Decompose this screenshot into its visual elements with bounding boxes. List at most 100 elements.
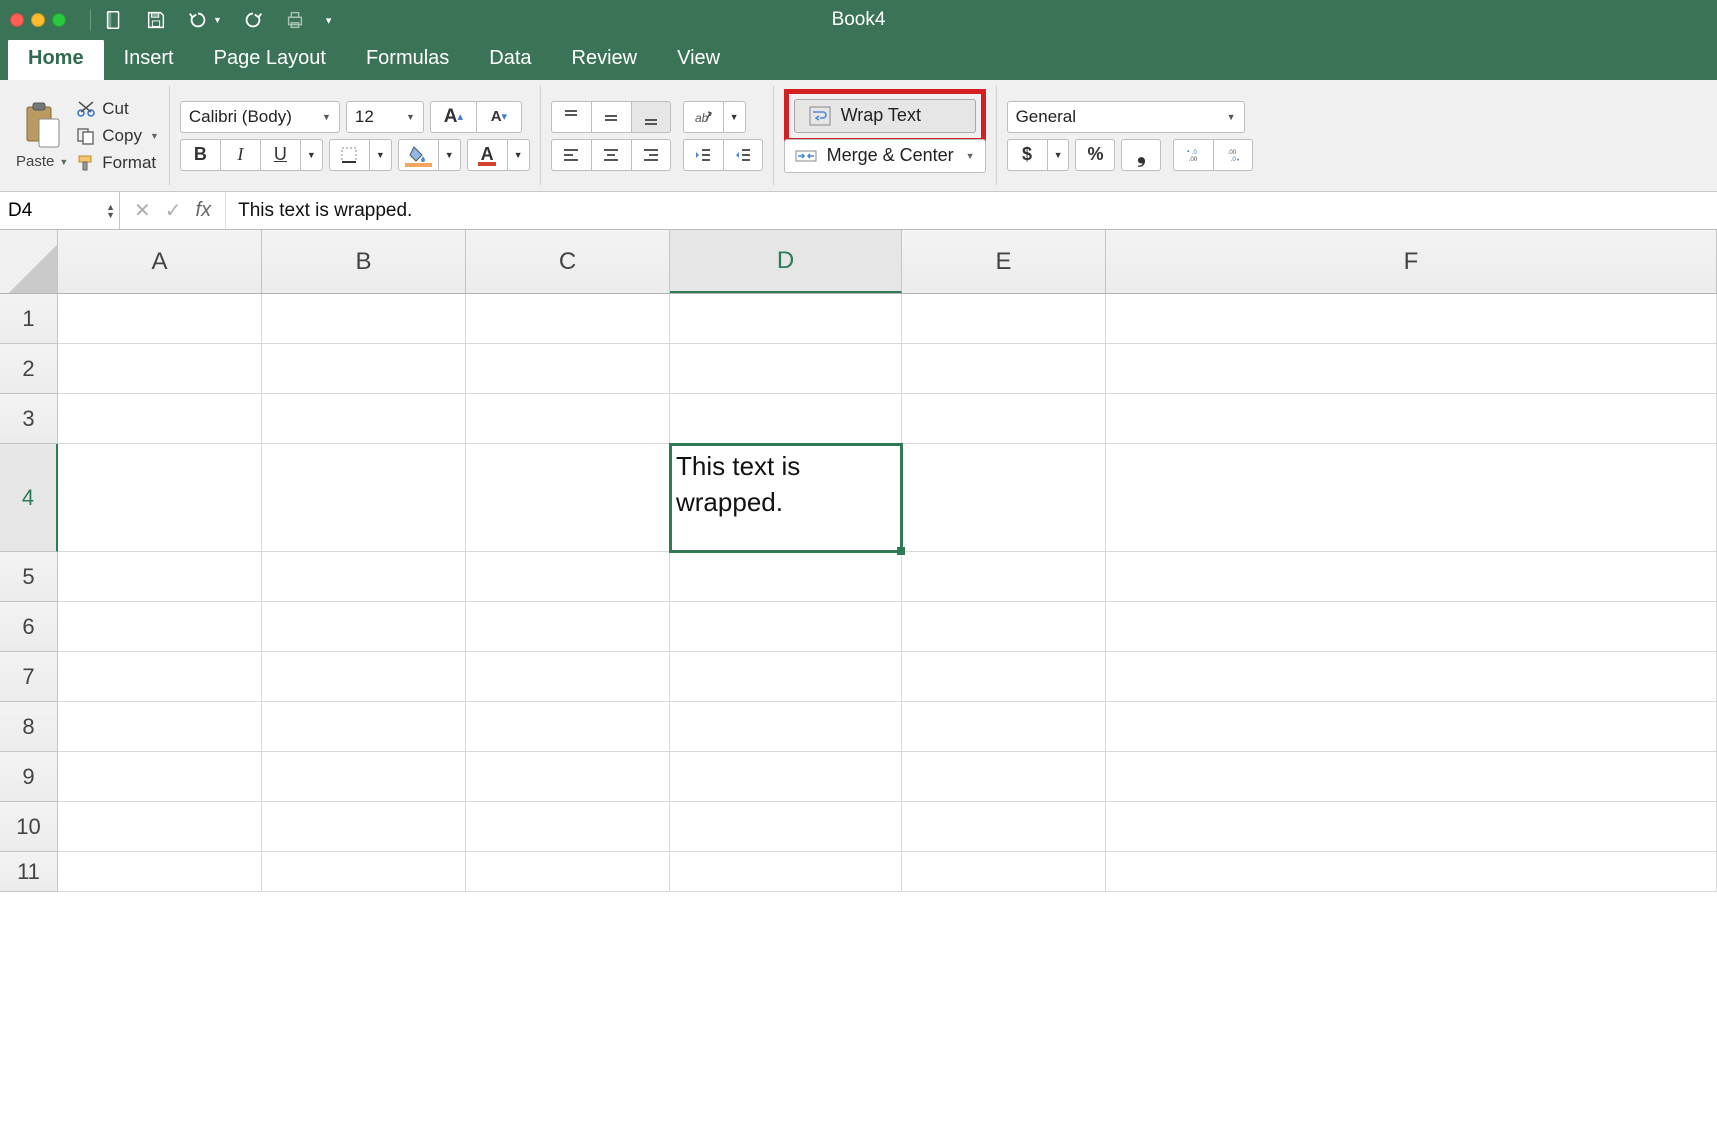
row-header-6[interactable]: 6 — [0, 602, 58, 652]
cell-d9[interactable] — [670, 752, 902, 802]
cell-f1[interactable] — [1106, 294, 1717, 344]
cell-a8[interactable] — [58, 702, 262, 752]
align-left-button[interactable] — [551, 139, 591, 171]
borders-button[interactable] — [329, 139, 369, 171]
cell-c4[interactable] — [466, 444, 670, 552]
name-box[interactable]: D4 ▲▼ — [0, 192, 120, 229]
cell-b11[interactable] — [262, 852, 466, 892]
row-header-7[interactable]: 7 — [0, 652, 58, 702]
minimize-window-icon[interactable] — [31, 13, 45, 27]
cell-e3[interactable] — [902, 394, 1106, 444]
column-header-b[interactable]: B — [262, 230, 466, 293]
row-header-3[interactable]: 3 — [0, 394, 58, 444]
cell-b5[interactable] — [262, 552, 466, 602]
cell-c5[interactable] — [466, 552, 670, 602]
cell-f10[interactable] — [1106, 802, 1717, 852]
cell-d3[interactable] — [670, 394, 902, 444]
cell-c11[interactable] — [466, 852, 670, 892]
cell-c1[interactable] — [466, 294, 670, 344]
cell-a3[interactable] — [58, 394, 262, 444]
cell-a1[interactable] — [58, 294, 262, 344]
font-color-button[interactable]: A — [467, 139, 507, 171]
cell-b2[interactable] — [262, 344, 466, 394]
underline-button[interactable]: U — [260, 139, 300, 171]
cell-c6[interactable] — [466, 602, 670, 652]
formula-input[interactable]: This text is wrapped. — [226, 200, 1717, 222]
currency-button[interactable]: $ — [1007, 139, 1047, 171]
tab-view[interactable]: View — [657, 38, 740, 80]
cell-e6[interactable] — [902, 602, 1106, 652]
cell-d6[interactable] — [670, 602, 902, 652]
cell-e11[interactable] — [902, 852, 1106, 892]
redo-icon[interactable] — [242, 9, 264, 31]
orientation-button[interactable]: ab — [683, 101, 723, 133]
cell-c3[interactable] — [466, 394, 670, 444]
cell-b9[interactable] — [262, 752, 466, 802]
cell-b4[interactable] — [262, 444, 466, 552]
decrease-decimal-button[interactable]: .00.0 — [1213, 139, 1253, 171]
cell-a7[interactable] — [58, 652, 262, 702]
cell-c9[interactable] — [466, 752, 670, 802]
row-header-5[interactable]: 5 — [0, 552, 58, 602]
row-header-1[interactable]: 1 — [0, 294, 58, 344]
cell-e8[interactable] — [902, 702, 1106, 752]
cell-f6[interactable] — [1106, 602, 1717, 652]
cell-e2[interactable] — [902, 344, 1106, 394]
font-color-dropdown[interactable]: ▼ — [507, 139, 530, 171]
fill-color-dropdown[interactable]: ▼ — [438, 139, 461, 171]
cell-f11[interactable] — [1106, 852, 1717, 892]
cancel-formula-icon[interactable]: ✕ — [134, 198, 151, 223]
cell-e5[interactable] — [902, 552, 1106, 602]
cell-b10[interactable] — [262, 802, 466, 852]
cell-b7[interactable] — [262, 652, 466, 702]
tab-formulas[interactable]: Formulas — [346, 38, 469, 80]
wrap-text-button[interactable]: Wrap Text — [794, 99, 976, 133]
tab-review[interactable]: Review — [552, 38, 658, 80]
bold-button[interactable]: B — [180, 139, 220, 171]
cell-f7[interactable] — [1106, 652, 1717, 702]
save-icon[interactable] — [145, 9, 167, 31]
cell-d7[interactable] — [670, 652, 902, 702]
row-header-8[interactable]: 8 — [0, 702, 58, 752]
cell-f8[interactable] — [1106, 702, 1717, 752]
borders-dropdown[interactable]: ▼ — [369, 139, 392, 171]
name-box-spinner[interactable]: ▲▼ — [106, 203, 115, 219]
number-format-combo[interactable]: General▼ — [1007, 101, 1245, 133]
column-header-c[interactable]: C — [466, 230, 670, 293]
merge-center-button[interactable]: Merge & Center ▼ — [784, 139, 986, 173]
cell-e9[interactable] — [902, 752, 1106, 802]
tab-insert[interactable]: Insert — [104, 38, 194, 80]
cell-c10[interactable] — [466, 802, 670, 852]
cell-e4[interactable] — [902, 444, 1106, 552]
cell-f4[interactable] — [1106, 444, 1717, 552]
close-window-icon[interactable] — [10, 13, 24, 27]
font-size-combo[interactable]: 12▼ — [346, 101, 424, 133]
format-painter-button[interactable]: Format — [76, 153, 159, 173]
italic-button[interactable]: I — [220, 139, 260, 171]
cell-a5[interactable] — [58, 552, 262, 602]
cut-button[interactable]: Cut — [76, 99, 159, 119]
tab-page-layout[interactable]: Page Layout — [194, 38, 346, 80]
column-header-d[interactable]: D — [670, 230, 902, 293]
cell-a4[interactable] — [58, 444, 262, 552]
cell-c8[interactable] — [466, 702, 670, 752]
cell-d8[interactable] — [670, 702, 902, 752]
orientation-dropdown[interactable]: ▼ — [723, 101, 746, 133]
enter-formula-icon[interactable]: ✓ — [165, 198, 182, 223]
cell-b1[interactable] — [262, 294, 466, 344]
cell-a9[interactable] — [58, 752, 262, 802]
currency-dropdown[interactable]: ▼ — [1047, 139, 1070, 171]
decrease-font-button[interactable]: A▾ — [476, 101, 522, 133]
cell-d1[interactable] — [670, 294, 902, 344]
cell-b6[interactable] — [262, 602, 466, 652]
row-header-11[interactable]: 11 — [0, 852, 58, 892]
cell-d4[interactable]: This text is wrapped. — [670, 444, 902, 552]
cell-a10[interactable] — [58, 802, 262, 852]
align-middle-button[interactable] — [591, 101, 631, 133]
cell-a6[interactable] — [58, 602, 262, 652]
cell-f2[interactable] — [1106, 344, 1717, 394]
cell-d11[interactable] — [670, 852, 902, 892]
cell-c2[interactable] — [466, 344, 670, 394]
fullscreen-window-icon[interactable] — [52, 13, 66, 27]
fx-icon[interactable]: fx — [196, 199, 212, 222]
